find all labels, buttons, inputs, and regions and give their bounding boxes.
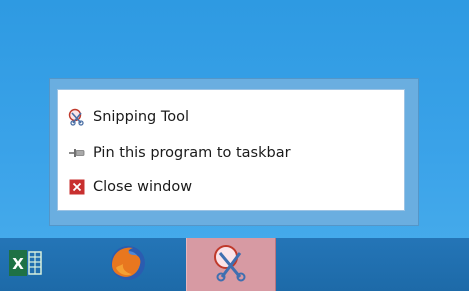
- desktop: Snipping Tool Pin this program to taskba…: [0, 0, 469, 291]
- scissors-icon: [68, 108, 86, 126]
- taskbar: X: [0, 238, 469, 291]
- taskbar-firefox-button[interactable]: [98, 238, 158, 291]
- excel-icon: X: [8, 246, 44, 284]
- snipping-tool-icon: [211, 243, 251, 287]
- close-icon: [68, 178, 86, 196]
- jumplist-item-pin[interactable]: Pin this program to taskbar: [68, 140, 291, 166]
- jumplist-menu: Snipping Tool Pin this program to taskba…: [57, 89, 405, 211]
- jumplist-item-label: Pin this program to taskbar: [93, 145, 291, 161]
- jumplist-item-label: Snipping Tool: [93, 109, 190, 125]
- firefox-icon: [106, 241, 150, 289]
- pin-icon: [68, 144, 86, 162]
- svg-text:X: X: [12, 255, 24, 273]
- jumplist-item-snipping-tool[interactable]: Snipping Tool: [68, 104, 189, 130]
- taskbar-excel-button[interactable]: X: [4, 238, 48, 291]
- jumplist-item-close-window[interactable]: Close window: [68, 174, 192, 200]
- taskbar-snipping-tool-button[interactable]: [186, 238, 276, 291]
- jumplist-item-label: Close window: [93, 179, 193, 195]
